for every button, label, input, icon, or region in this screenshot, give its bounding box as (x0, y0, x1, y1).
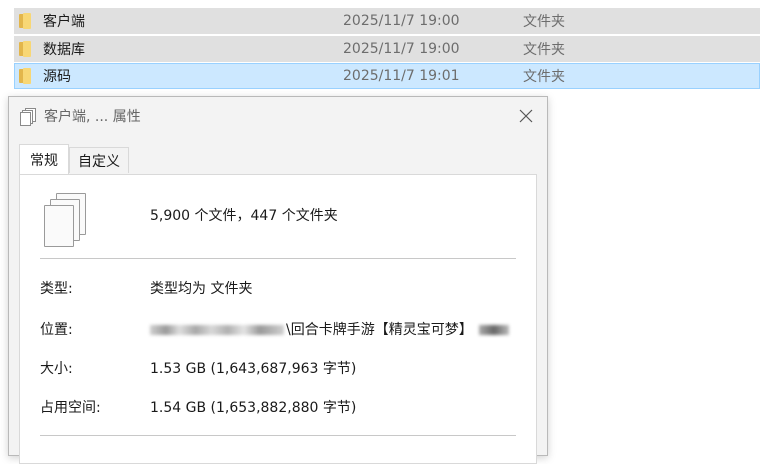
disk-size-label: 占用空间: (40, 400, 101, 416)
multiple-files-icon (20, 108, 36, 126)
file-row[interactable]: 客户端 2025/11/7 19:00 文件夹 (14, 8, 760, 34)
folder-icon (19, 13, 33, 29)
file-type: 文件夹 (523, 69, 565, 85)
file-type: 文件夹 (523, 14, 565, 30)
location-value: \回合卡牌手游【精灵宝可梦】 (150, 319, 509, 339)
dialog-title: 客户端, ... 属性 (44, 109, 141, 125)
tab-general[interactable]: 常规 (19, 144, 69, 174)
file-date: 2025/11/7 19:00 (343, 41, 460, 57)
properties-dialog: 客户端, ... 属性 常规 自定义 5,900 个文件，447 个文件夹 类型… (8, 96, 548, 464)
size-label: 大小: (40, 361, 73, 377)
type-label: 类型: (40, 281, 73, 297)
file-type: 文件夹 (523, 42, 565, 58)
location-path-text: \回合卡牌手游【精灵宝可梦】 (286, 322, 473, 338)
size-value: 1.53 GB (1,643,687,963 字节) (150, 361, 357, 377)
folder-icon (19, 41, 33, 57)
file-explorer: 客户端 2025/11/7 19:00 文件夹 数据库 2025/11/7 19… (0, 0, 772, 464)
file-name: 数据库 (43, 42, 85, 58)
close-icon (519, 109, 533, 123)
disk-size-value: 1.54 GB (1,653,882,880 字节) (150, 400, 357, 416)
file-name: 源码 (43, 69, 71, 85)
dialog-titlebar[interactable]: 客户端, ... 属性 (9, 97, 547, 135)
separator (40, 435, 516, 436)
redacted-path (478, 325, 509, 335)
redacted-path (150, 325, 284, 335)
file-row[interactable]: 源码 2025/11/7 19:01 文件夹 (14, 63, 760, 89)
dialog-tabs: 常规 自定义 (19, 144, 129, 174)
multiple-files-icon (42, 193, 86, 249)
folder-icon (19, 68, 33, 84)
close-button[interactable] (513, 103, 539, 129)
selection-summary: 5,900 个文件，447 个文件夹 (150, 208, 338, 224)
location-label: 位置: (40, 322, 73, 338)
type-value: 类型均为 文件夹 (150, 281, 253, 297)
file-date: 2025/11/7 19:01 (343, 68, 460, 84)
file-row[interactable]: 数据库 2025/11/7 19:00 文件夹 (14, 36, 760, 62)
file-name: 客户端 (43, 14, 85, 30)
tab-custom[interactable]: 自定义 (69, 147, 129, 173)
separator (40, 258, 516, 259)
general-panel: 5,900 个文件，447 个文件夹 类型: 类型均为 文件夹 位置: \回合卡… (19, 174, 537, 464)
file-date: 2025/11/7 19:00 (343, 13, 460, 29)
